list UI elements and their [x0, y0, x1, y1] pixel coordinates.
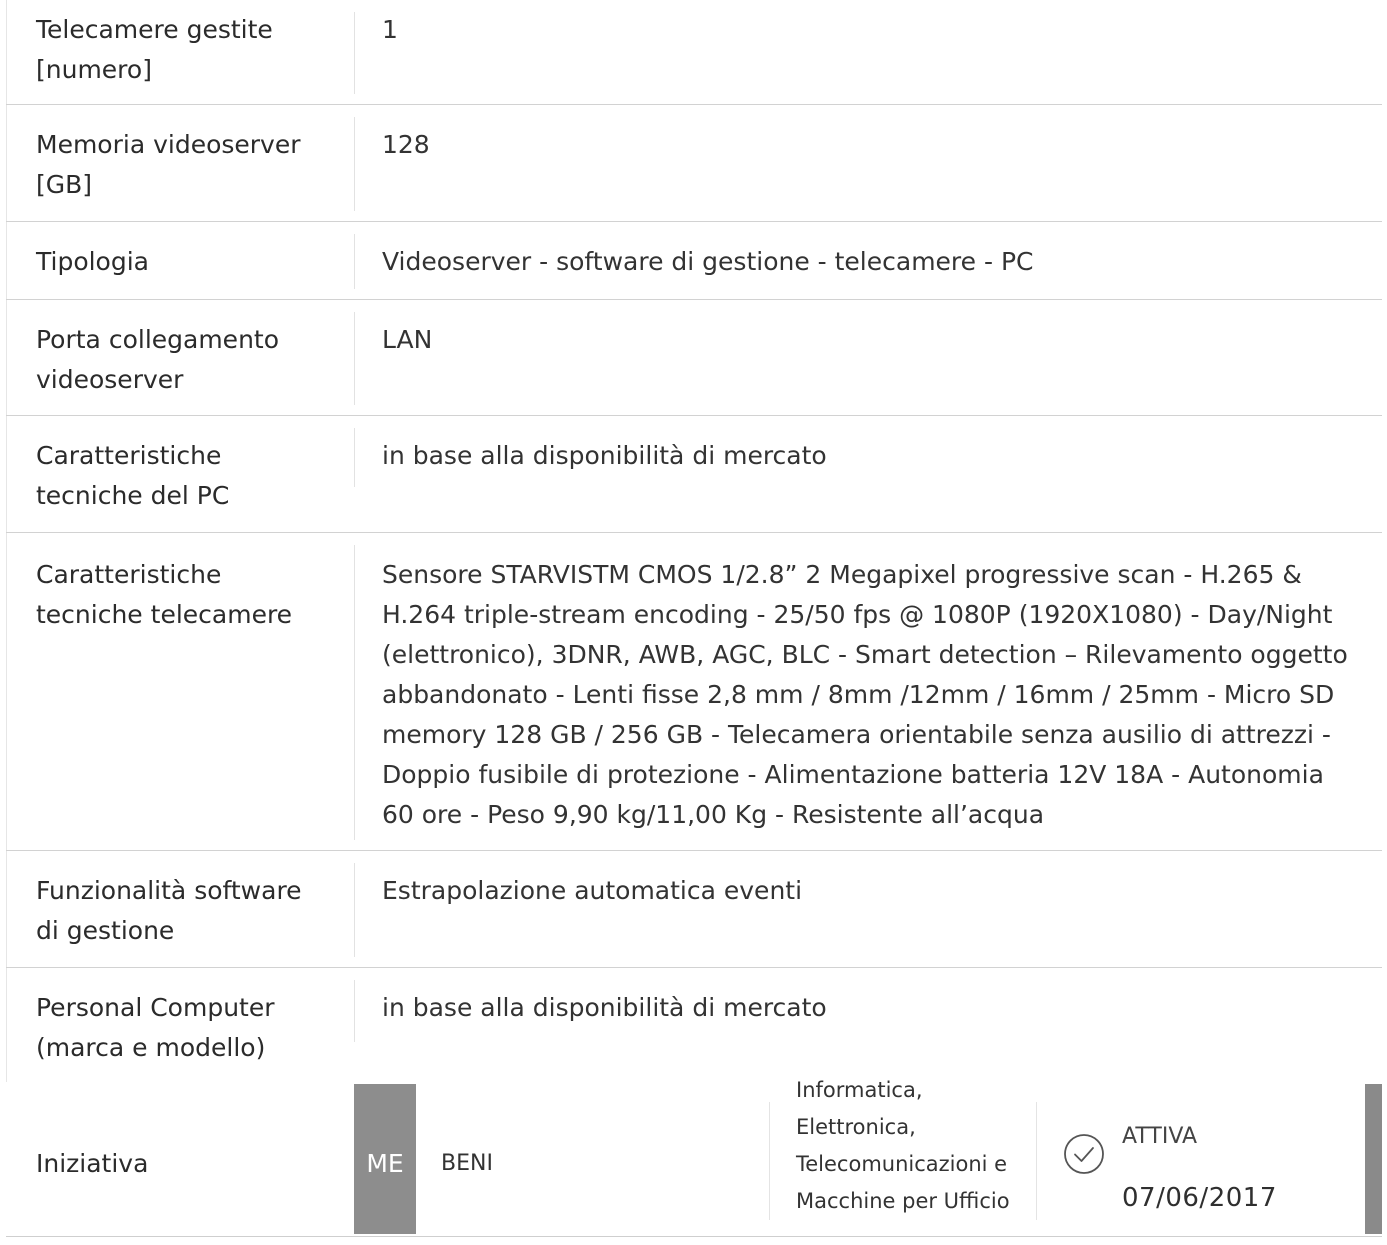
iniziativa-label: Iniziativa	[36, 1149, 149, 1178]
specs-table: Telecamere gestite [numero] 1 Memoria vi…	[6, 0, 1382, 1082]
spec-value: Sensore STARVISTM CMOS 1/2.8” 2 Megapixe…	[382, 560, 1348, 829]
spec-label: Personal Computer (marca e modello)	[36, 993, 275, 1062]
spec-label: Caratteristiche tecniche del PC	[36, 441, 230, 510]
check-circle-icon	[1064, 1134, 1104, 1174]
column-divider	[354, 545, 355, 840]
spec-value: Videoserver - software di gestione - tel…	[382, 247, 1034, 276]
status-badge: ATTIVA	[1122, 1124, 1198, 1149]
table-row: Personal Computer (marca e modello) in b…	[6, 968, 1382, 1082]
spec-label: Funzionalità software di gestione	[36, 876, 302, 945]
column-divider	[769, 1102, 770, 1220]
spec-value: LAN	[382, 325, 433, 354]
column-divider	[354, 234, 355, 289]
spec-label: Porta collegamento videoserver	[36, 325, 280, 394]
spec-value: in base alla disponibilità di mercato	[382, 441, 827, 470]
table-row: Caratteristiche tecniche telecamere Sens…	[6, 533, 1382, 851]
iniziativa-row: Iniziativa ME BENI Informatica, Elettron…	[6, 1078, 1382, 1237]
spec-label: Tipologia	[36, 247, 149, 276]
iniziativa-date: 07/06/2017	[1122, 1183, 1277, 1213]
table-row: Porta collegamento videoserver LAN	[6, 300, 1382, 416]
scrollbar[interactable]	[1365, 1084, 1382, 1234]
table-row: Caratteristiche tecniche del PC in base …	[6, 416, 1382, 533]
me-badge: ME	[354, 1084, 416, 1234]
spec-label: Telecamere gestite [numero]	[36, 15, 273, 84]
spec-value: Estrapolazione automatica eventi	[382, 876, 803, 905]
spec-value: 1	[382, 15, 398, 44]
column-divider	[354, 428, 355, 487]
spec-label: Caratteristiche tecniche telecamere	[36, 560, 293, 629]
iniziativa-type: BENI	[441, 1151, 493, 1176]
iniziativa-category: Informatica, Elettronica, Telecomunicazi…	[796, 1078, 1010, 1213]
table-row: Memoria videoserver [GB] 128	[6, 105, 1382, 222]
spec-label: Memoria videoserver [GB]	[36, 130, 301, 199]
spec-value: 128	[382, 130, 430, 159]
column-divider	[354, 863, 355, 957]
column-divider	[1036, 1102, 1037, 1220]
column-divider	[354, 980, 355, 1042]
column-divider	[354, 312, 355, 405]
table-row: Funzionalità software di gestione Estrap…	[6, 851, 1382, 968]
column-divider	[354, 117, 355, 211]
spec-value: in base alla disponibilità di mercato	[382, 993, 827, 1022]
table-row: Tipologia Videoserver - software di gest…	[6, 222, 1382, 300]
table-row: Telecamere gestite [numero] 1	[6, 0, 1382, 105]
column-divider	[354, 12, 355, 94]
